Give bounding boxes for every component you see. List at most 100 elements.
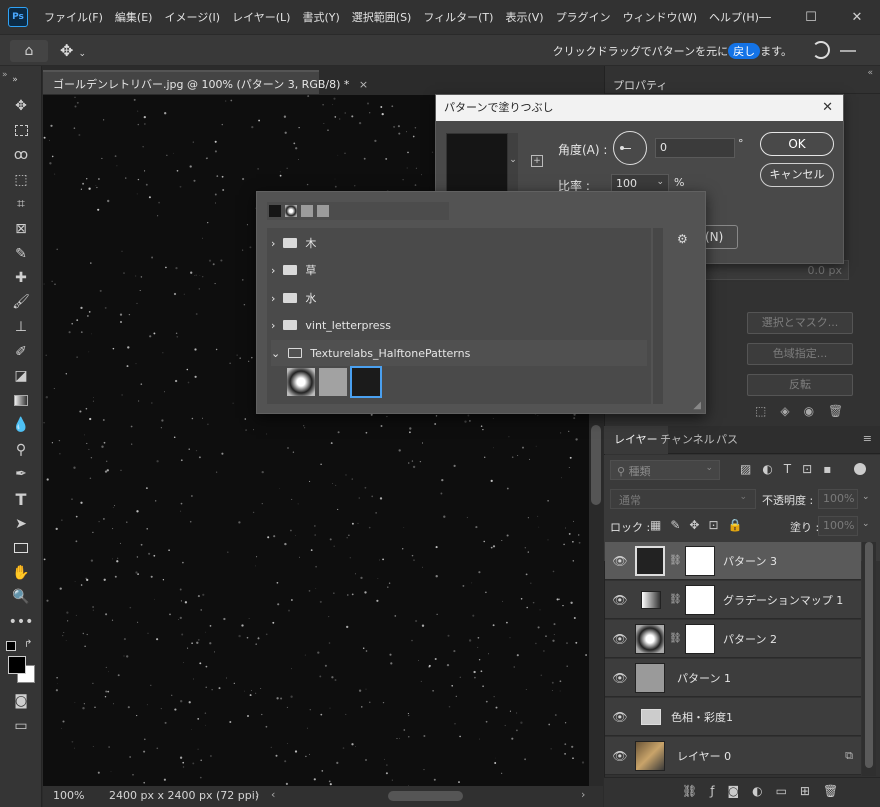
properties-tab[interactable]: プロパティ bbox=[613, 77, 667, 93]
status-arrow-icon[interactable]: › bbox=[255, 788, 259, 801]
visibility-eye-icon[interactable]: 👁 bbox=[605, 593, 635, 607]
layer-row[interactable]: 👁 レイヤー 0 ⧉ bbox=[605, 737, 861, 775]
menu-image[interactable]: イメージ(I) bbox=[158, 9, 226, 25]
layers-footer-icons[interactable]: ⛓ƒ◙◐▭⊞🗑 bbox=[682, 784, 851, 798]
pattern-dropdown-icon[interactable]: ⌄ bbox=[508, 133, 518, 195]
blend-mode-select[interactable]: 通常 ⌄ bbox=[610, 489, 756, 509]
chevron-right-icon[interactable]: › bbox=[271, 292, 275, 305]
object-select-icon[interactable]: ⬚ bbox=[10, 170, 32, 190]
swap-colors-icon[interactable]: ↱ bbox=[24, 639, 32, 650]
screen-mode-icon[interactable]: ▭ bbox=[10, 716, 32, 736]
chevron-right-icon[interactable]: › bbox=[271, 237, 275, 250]
layer-filter-icons[interactable]: ▨◐T⊡▪ bbox=[740, 462, 842, 476]
scroll-right-icon[interactable]: › bbox=[581, 788, 585, 801]
type-icon[interactable]: T bbox=[10, 489, 32, 509]
layer-filter[interactable]: ⚲ 種類 ⌄ bbox=[610, 460, 720, 480]
pattern-swatch-selected[interactable] bbox=[350, 366, 382, 398]
gradient-icon[interactable] bbox=[10, 390, 32, 410]
horizontal-scrollbar-thumb[interactable] bbox=[388, 791, 463, 801]
move-tool-icon[interactable]: ✥ ⌄ bbox=[60, 41, 86, 60]
layers-scrollbar-thumb[interactable] bbox=[865, 542, 873, 768]
lasso-icon[interactable]: ꝏ bbox=[10, 145, 32, 165]
recent-pattern-swatch[interactable] bbox=[317, 205, 329, 217]
menu-select[interactable]: 選択範囲(S) bbox=[346, 9, 418, 25]
recent-pattern-swatch[interactable] bbox=[269, 205, 281, 217]
invert-button[interactable]: 反転 bbox=[747, 374, 853, 396]
visibility-eye-icon[interactable]: 👁 bbox=[605, 554, 635, 568]
layer-row[interactable]: 👁 色相・彩度1 bbox=[605, 698, 861, 736]
ok-button[interactable]: OK bbox=[760, 132, 834, 156]
opacity-field[interactable]: 100% bbox=[818, 489, 858, 509]
menu-file[interactable]: ファイル(F) bbox=[38, 9, 109, 25]
marquee-icon[interactable] bbox=[10, 120, 32, 140]
layer-name[interactable]: 色相・彩度1 bbox=[671, 709, 733, 725]
layers-scrollbar[interactable] bbox=[862, 542, 876, 776]
visibility-eye-icon[interactable]: 👁 bbox=[605, 749, 635, 763]
quick-mask-icon[interactable]: ◙ bbox=[10, 691, 32, 711]
layer-mask-thumbnail[interactable] bbox=[685, 584, 715, 615]
angle-input[interactable]: 0 bbox=[655, 138, 735, 158]
layer-row[interactable]: 👁 パターン 1 bbox=[605, 659, 861, 697]
folder-row[interactable]: › 草 bbox=[271, 257, 649, 283]
scrollbar-thumb[interactable] bbox=[591, 425, 601, 505]
pattern-swatch[interactable] bbox=[319, 368, 347, 396]
zoom-level[interactable]: 100% bbox=[53, 789, 84, 802]
color-range-button[interactable]: 色域指定... bbox=[747, 343, 853, 365]
chevron-right-icon[interactable]: › bbox=[271, 319, 275, 332]
minimize-options-icon[interactable] bbox=[840, 50, 856, 52]
healing-icon[interactable]: ✚ bbox=[10, 268, 32, 288]
layer-row[interactable]: 👁 ⛓ グラデーションマップ 1 bbox=[605, 581, 861, 619]
layer-mask-thumbnail[interactable] bbox=[685, 545, 715, 576]
filter-toggle-icon[interactable] bbox=[854, 463, 866, 475]
picker-settings-gear-icon[interactable]: ⚙ bbox=[677, 232, 688, 246]
menu-edit[interactable]: 編集(E) bbox=[109, 9, 159, 25]
blur-icon[interactable]: 💧 bbox=[10, 415, 32, 435]
layer-name[interactable]: レイヤー 0 bbox=[677, 748, 731, 764]
close-tab-icon[interactable]: × bbox=[359, 78, 368, 91]
stamp-icon[interactable]: ⊥ bbox=[10, 317, 32, 337]
expand-icon[interactable]: » bbox=[2, 70, 8, 80]
menu-window[interactable]: ウィンドウ(W) bbox=[617, 9, 703, 25]
visibility-eye-icon[interactable]: 👁 bbox=[605, 671, 635, 685]
path-select-icon[interactable]: ➤ bbox=[10, 514, 32, 534]
recent-pattern-swatch[interactable] bbox=[301, 205, 313, 217]
resize-grip-icon[interactable]: ◢ bbox=[693, 400, 701, 411]
angle-dial[interactable] bbox=[613, 131, 647, 165]
layer-row[interactable]: 👁 ⛓ パターン 2 bbox=[605, 620, 861, 658]
menu-layer[interactable]: レイヤー(L) bbox=[226, 9, 296, 25]
hand-icon[interactable]: ✋ bbox=[10, 563, 32, 583]
dodge-icon[interactable]: ⚲ bbox=[10, 440, 32, 460]
chevron-right-icon[interactable]: › bbox=[271, 264, 275, 277]
folder-row[interactable]: › vint_letterpress bbox=[271, 312, 649, 338]
close-icon[interactable]: ✕ bbox=[834, 0, 880, 34]
brush-icon[interactable]: 🖌 bbox=[10, 292, 32, 312]
layer-row[interactable]: 👁 ⛓ パターン 3 bbox=[605, 542, 861, 580]
frame-icon[interactable]: ⊠ bbox=[10, 219, 32, 239]
move-icon[interactable]: ✥ bbox=[10, 96, 32, 116]
layer-name[interactable]: グラデーションマップ 1 bbox=[723, 592, 843, 608]
recent-pattern-swatch[interactable] bbox=[285, 205, 297, 217]
maximize-icon[interactable]: ☐ bbox=[788, 0, 834, 34]
crop-icon[interactable]: ⌗ bbox=[10, 194, 32, 214]
link-icon[interactable]: ⛓ bbox=[669, 555, 682, 566]
home-icon[interactable]: ⌂ bbox=[10, 40, 48, 62]
foreground-color-swatch[interactable] bbox=[8, 656, 26, 674]
history-brush-icon[interactable]: ✐ bbox=[10, 342, 32, 362]
link-icon[interactable]: ⛓ bbox=[669, 633, 682, 644]
menu-filter[interactable]: フィルター(T) bbox=[417, 9, 499, 25]
opacity-dropdown-icon[interactable]: ⌄ bbox=[862, 492, 870, 502]
panel-menu-icon[interactable]: ≡ bbox=[863, 432, 872, 445]
folder-row[interactable]: › 木 bbox=[271, 230, 649, 256]
pattern-swatch[interactable] bbox=[287, 368, 315, 396]
chevron-down-icon[interactable]: ⌄ bbox=[271, 347, 280, 360]
fill-dropdown-icon[interactable]: ⌄ bbox=[862, 519, 870, 529]
select-and-mask-button[interactable]: 選択とマスク... bbox=[747, 312, 853, 334]
cancel-button[interactable]: キャンセル bbox=[760, 163, 834, 187]
visibility-eye-icon[interactable]: 👁 bbox=[605, 632, 635, 646]
panel-collapse-icon[interactable]: « bbox=[867, 68, 873, 78]
minimize-icon[interactable]: — bbox=[742, 0, 788, 34]
default-colors-icon[interactable] bbox=[6, 641, 16, 651]
tab-paths[interactable]: パス bbox=[706, 426, 748, 454]
link-icon[interactable]: ⛓ bbox=[669, 594, 682, 605]
layer-name[interactable]: パターン 2 bbox=[723, 631, 777, 647]
